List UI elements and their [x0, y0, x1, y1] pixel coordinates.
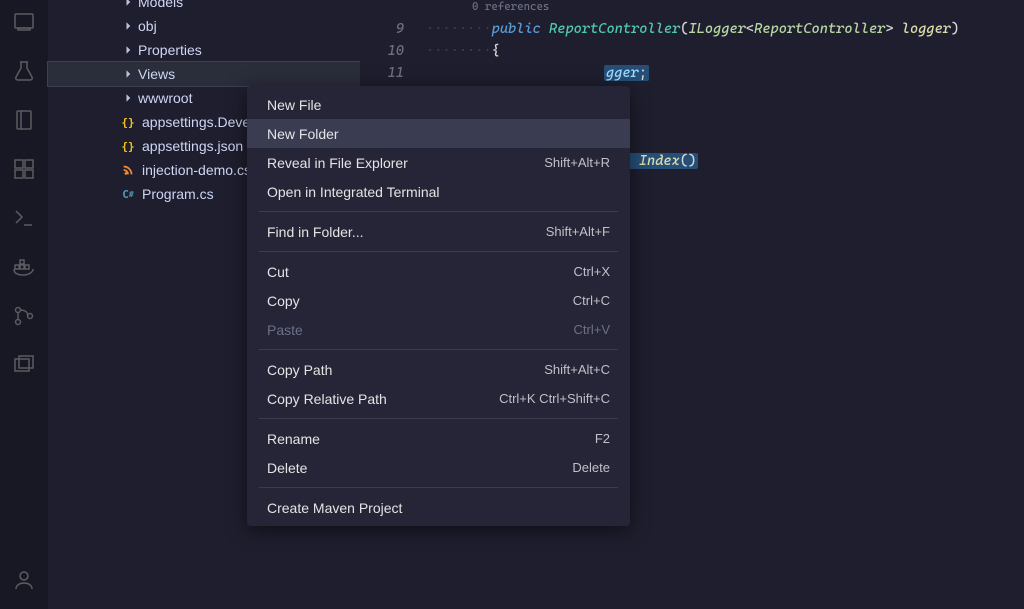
- tree-label: Properties: [138, 42, 202, 58]
- tree-folder-obj[interactable]: obj: [48, 14, 360, 38]
- menu-item-label: Copy: [267, 293, 300, 309]
- book-icon[interactable]: [12, 108, 36, 135]
- beaker-icon[interactable]: [12, 59, 36, 86]
- menu-item-shortcut: Ctrl+V: [574, 322, 610, 337]
- menu-item-label: Copy Relative Path: [267, 391, 387, 407]
- chevron-right-icon: [120, 18, 136, 34]
- menu-item-cut[interactable]: Cut Ctrl+X: [247, 257, 630, 286]
- tree-label: Models: [138, 0, 183, 10]
- menu-item-label: Delete: [267, 460, 307, 476]
- terminal-icon[interactable]: [12, 206, 36, 233]
- menu-separator: [259, 487, 618, 488]
- menu-separator: [259, 211, 618, 212]
- menu-item-new-folder[interactable]: New Folder: [247, 119, 630, 148]
- menu-item-label: Create Maven Project: [267, 500, 402, 516]
- csharp-icon: C#: [120, 186, 136, 202]
- chevron-right-icon: [120, 0, 136, 10]
- menu-item-copy[interactable]: Copy Ctrl+C: [247, 286, 630, 315]
- menu-item-shortcut: Shift+Alt+C: [544, 362, 610, 377]
- account-icon[interactable]: [12, 568, 36, 595]
- menu-item-shortcut: Shift+Alt+R: [544, 155, 610, 170]
- code-line-10[interactable]: ········{: [426, 40, 1024, 62]
- tree-folder-models[interactable]: Models: [48, 0, 360, 14]
- menu-item-shortcut: Shift+Alt+F: [546, 224, 610, 239]
- extensions-icon[interactable]: [12, 157, 36, 184]
- json-icon: {}: [120, 114, 136, 130]
- menu-separator: [259, 349, 618, 350]
- code-line-9[interactable]: ········public ReportController(ILogger<…: [426, 18, 1024, 40]
- menu-item-paste: Paste Ctrl+V: [247, 315, 630, 344]
- menu-item-shortcut: Ctrl+K Ctrl+Shift+C: [499, 391, 610, 406]
- menu-item-shortcut: F2: [595, 431, 610, 446]
- tree-folder-properties[interactable]: Properties: [48, 38, 360, 62]
- tree-label: wwwroot: [138, 90, 192, 106]
- codelens-references[interactable]: 0 references: [360, 0, 1024, 18]
- menu-item-label: Open in Integrated Terminal: [267, 184, 440, 200]
- menu-item-label: Rename: [267, 431, 320, 447]
- panes-icon[interactable]: [12, 353, 36, 380]
- menu-item-shortcut: Delete: [572, 460, 610, 475]
- rss-icon: [120, 162, 136, 178]
- menu-item-create-maven-project[interactable]: Create Maven Project: [247, 493, 630, 522]
- menu-item-label: New File: [267, 97, 321, 113]
- tree-label: Views: [138, 66, 175, 82]
- chevron-right-icon: [120, 66, 136, 82]
- menu-item-label: Cut: [267, 264, 289, 280]
- menu-item-new-file[interactable]: New File: [247, 90, 630, 119]
- git-icon[interactable]: [12, 304, 36, 331]
- chevron-right-icon: [120, 90, 136, 106]
- explorer-icon[interactable]: [12, 10, 36, 37]
- chevron-right-icon: [120, 42, 136, 58]
- activity-bar: [0, 0, 48, 609]
- menu-separator: [259, 251, 618, 252]
- menu-item-label: Paste: [267, 322, 303, 338]
- menu-item-label: Copy Path: [267, 362, 332, 378]
- menu-item-label: Reveal in File Explorer: [267, 155, 408, 171]
- menu-item-copy-relative-path[interactable]: Copy Relative Path Ctrl+K Ctrl+Shift+C: [247, 384, 630, 413]
- tree-folder-views[interactable]: Views: [48, 62, 360, 86]
- tree-label: appsettings.json: [142, 138, 243, 154]
- menu-item-reveal-in-file-explorer[interactable]: Reveal in File Explorer Shift+Alt+R: [247, 148, 630, 177]
- menu-item-open-in-integrated-terminal[interactable]: Open in Integrated Terminal: [247, 177, 630, 206]
- menu-item-rename[interactable]: Rename F2: [247, 424, 630, 453]
- menu-item-copy-path[interactable]: Copy Path Shift+Alt+C: [247, 355, 630, 384]
- tree-label: obj: [138, 18, 157, 34]
- menu-item-find-in-folder[interactable]: Find in Folder... Shift+Alt+F: [247, 217, 630, 246]
- menu-separator: [259, 418, 618, 419]
- menu-item-delete[interactable]: Delete Delete: [247, 453, 630, 482]
- docker-icon[interactable]: [12, 255, 36, 282]
- code-line-11[interactable]: gger;: [426, 62, 1024, 84]
- menu-item-label: Find in Folder...: [267, 224, 364, 240]
- tree-label: Program.cs: [142, 186, 214, 202]
- menu-item-label: New Folder: [267, 126, 339, 142]
- menu-item-shortcut: Ctrl+C: [573, 293, 610, 308]
- json-icon: {}: [120, 138, 136, 154]
- context-menu: New File New Folder Reveal in File Explore…: [247, 86, 630, 526]
- menu-item-shortcut: Ctrl+X: [574, 264, 610, 279]
